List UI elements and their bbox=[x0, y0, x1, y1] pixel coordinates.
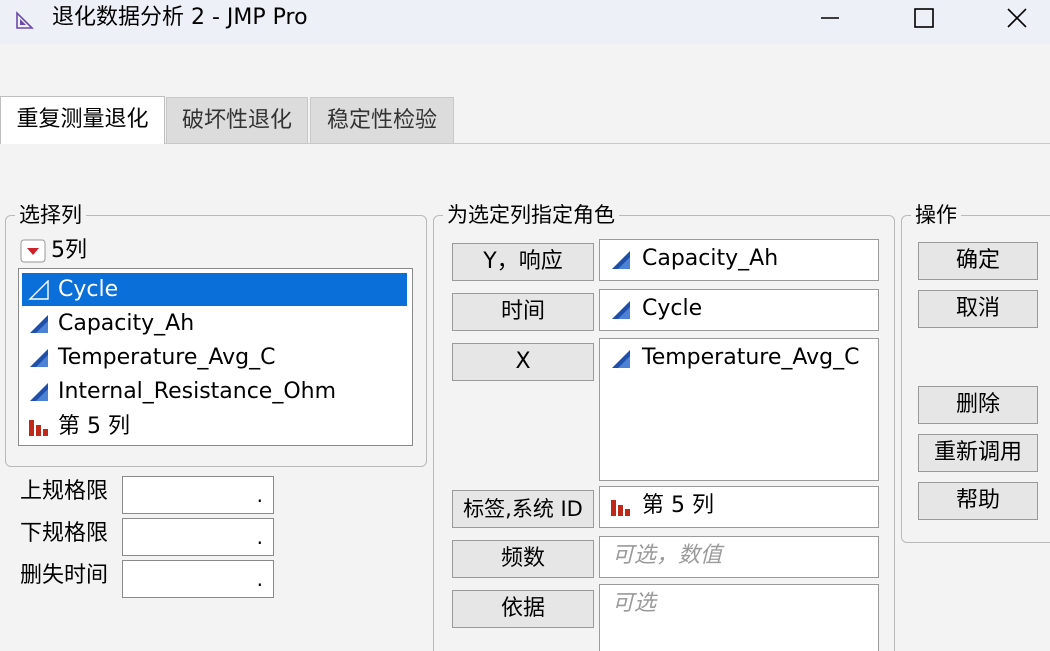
tab-stability[interactable]: 稳定性检验 bbox=[310, 97, 454, 143]
by-button[interactable]: 依据 bbox=[452, 590, 594, 628]
x-role-box[interactable]: Temperature_Avg_C bbox=[599, 338, 879, 481]
frequency-button[interactable]: 频数 bbox=[452, 540, 594, 578]
continuous-icon bbox=[612, 350, 630, 368]
lsl-input[interactable]: . bbox=[122, 518, 274, 556]
cast-roles-title: 为选定列指定角色 bbox=[443, 203, 619, 227]
lsl-label: 下规格限 bbox=[20, 521, 109, 546]
title-bar: 退化数据分析 2 - JMP Pro bbox=[0, 0, 1050, 44]
list-item[interactable]: Capacity_Ah bbox=[22, 307, 407, 340]
x-role-value: Temperature_Avg_C bbox=[642, 345, 860, 370]
minimize-button[interactable] bbox=[800, 0, 860, 36]
close-button[interactable] bbox=[987, 0, 1047, 36]
continuous-icon bbox=[612, 301, 630, 319]
frequency-role-box[interactable]: 可选，数值 bbox=[599, 536, 879, 578]
label-role-box[interactable]: 第 5 列 bbox=[599, 486, 879, 528]
recall-button[interactable]: 重新调用 bbox=[918, 434, 1038, 472]
censor-time-input[interactable]: . bbox=[122, 560, 274, 598]
column-list[interactable]: Cycle Capacity_Ah Temperature_Avg_C Inte… bbox=[18, 268, 413, 446]
list-item-label: Cycle bbox=[58, 277, 119, 302]
continuous-icon bbox=[28, 280, 49, 300]
list-item-label: 第 5 列 bbox=[58, 414, 130, 439]
dropdown-menu-icon[interactable] bbox=[20, 239, 46, 263]
list-item[interactable]: 第 5 列 bbox=[22, 410, 407, 443]
y-role-box[interactable]: Capacity_Ah bbox=[599, 239, 879, 281]
select-columns-title: 选择列 bbox=[15, 203, 86, 227]
censor-time-label: 删失时间 bbox=[20, 563, 109, 588]
nominal-bar-icon bbox=[29, 420, 48, 436]
continuous-icon bbox=[612, 251, 630, 269]
help-button[interactable]: 帮助 bbox=[918, 482, 1038, 520]
label-system-id-button[interactable]: 标签,系统 ID bbox=[452, 490, 594, 528]
time-role-box[interactable]: Cycle bbox=[599, 289, 879, 331]
y-role-value: Capacity_Ah bbox=[642, 246, 779, 271]
column-count: 5列 bbox=[51, 238, 87, 263]
close-icon bbox=[1007, 8, 1027, 28]
continuous-icon bbox=[30, 315, 48, 333]
list-item[interactable]: Internal_Resistance_Ohm bbox=[22, 375, 407, 408]
continuous-icon bbox=[30, 383, 48, 401]
list-item[interactable]: Temperature_Avg_C bbox=[22, 341, 407, 374]
nominal-bar-icon bbox=[611, 500, 630, 516]
usl-input[interactable]: . bbox=[122, 476, 274, 514]
maximize-button[interactable] bbox=[894, 0, 954, 36]
tab-repeated-measures[interactable]: 重复测量退化 bbox=[0, 96, 165, 144]
time-button[interactable]: 时间 bbox=[452, 293, 594, 331]
list-item-label: Temperature_Avg_C bbox=[58, 345, 276, 370]
list-item-label: Capacity_Ah bbox=[58, 311, 195, 336]
list-item-label: Internal_Resistance_Ohm bbox=[58, 379, 337, 404]
remove-button[interactable]: 删除 bbox=[918, 386, 1038, 424]
list-item[interactable]: Cycle bbox=[22, 273, 407, 306]
tab-destructive[interactable]: 破坏性退化 bbox=[166, 97, 308, 143]
x-button[interactable]: X bbox=[452, 343, 594, 381]
maximize-icon bbox=[914, 8, 934, 28]
window-title: 退化数据分析 2 - JMP Pro bbox=[52, 5, 308, 30]
y-response-button[interactable]: Y，响应 bbox=[452, 243, 594, 281]
continuous-icon bbox=[30, 349, 48, 367]
minimize-icon bbox=[821, 17, 839, 19]
ok-button[interactable]: 确定 bbox=[918, 242, 1038, 280]
usl-label: 上规格限 bbox=[20, 479, 109, 504]
cancel-button[interactable]: 取消 bbox=[918, 290, 1038, 328]
by-role-box[interactable]: 可选 bbox=[599, 584, 879, 651]
actions-title: 操作 bbox=[911, 203, 961, 227]
label-role-value: 第 5 列 bbox=[642, 493, 714, 518]
time-role-value: Cycle bbox=[642, 296, 703, 321]
jmp-app-icon bbox=[16, 11, 34, 29]
